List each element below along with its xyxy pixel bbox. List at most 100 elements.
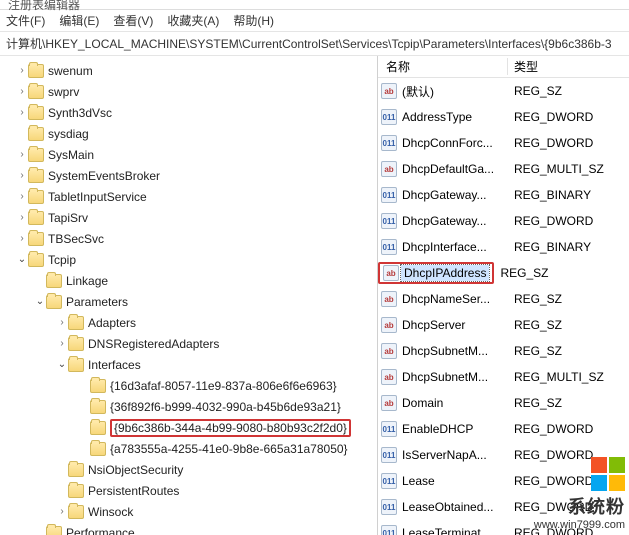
list-row[interactable]: 011DhcpGateway...REG_BINARY: [378, 182, 629, 208]
list-row[interactable]: abDhcpDefaultGa...REG_MULTI_SZ: [378, 156, 629, 182]
chevron-right-icon[interactable]: ›: [16, 170, 28, 181]
tree-item[interactable]: Linkage: [6, 270, 377, 291]
values-panel[interactable]: 名称 类型 ab(默认)REG_SZ011AddressTypeREG_DWOR…: [378, 56, 629, 535]
list-row[interactable]: ab(默认)REG_SZ: [378, 78, 629, 104]
chevron-down-icon[interactable]: ⌄: [56, 359, 68, 370]
tree-item[interactable]: Performance: [6, 522, 377, 535]
tree-panel[interactable]: ›swenum›swprv›Synth3dVscsysdiag›SysMain›…: [0, 56, 378, 535]
folder-icon: [90, 421, 106, 435]
tree-item-label: DNSRegisteredAdapters: [88, 337, 219, 351]
chevron-right-icon[interactable]: ›: [16, 233, 28, 244]
value-type: REG_SZ: [508, 344, 629, 358]
tree-item[interactable]: › DNSRegisteredAdapters: [6, 333, 377, 354]
list-row[interactable]: 011DhcpGateway...REG_DWORD: [378, 208, 629, 234]
menu-view[interactable]: 查看(V): [113, 12, 153, 29]
tree-item[interactable]: › Adapters: [6, 312, 377, 333]
chevron-right-icon[interactable]: ›: [56, 506, 68, 517]
value-icon-wrap: 011: [378, 187, 400, 203]
value-icon-wrap: ab: [378, 369, 400, 385]
tree-item[interactable]: ›SysMain: [6, 144, 377, 165]
tree-item-label: TapiSrv: [48, 211, 88, 225]
value-icon-wrap: ab: [378, 343, 400, 359]
value-type: REG_DWORD: [508, 110, 629, 124]
tree-item[interactable]: {9b6c386b-344a-4b99-9080-b80b93c2f2d0}: [6, 417, 377, 438]
tree-item-label: Synth3dVsc: [48, 106, 112, 120]
tree-item[interactable]: {36f892f6-b999-4032-990a-b45b6de93a21}: [6, 396, 377, 417]
value-icon-wrap: ab: [378, 317, 400, 333]
chevron-right-icon[interactable]: ›: [16, 212, 28, 223]
menu-file[interactable]: 文件(F): [6, 12, 45, 29]
chevron-right-icon[interactable]: ›: [16, 107, 28, 118]
list-row[interactable]: 011DhcpConnForc...REG_DWORD: [378, 130, 629, 156]
tree-item[interactable]: ›swprv: [6, 81, 377, 102]
chevron-down-icon[interactable]: ⌄: [34, 296, 46, 307]
tree-item-label: sysdiag: [48, 127, 89, 141]
chevron-right-icon[interactable]: ›: [16, 191, 28, 202]
address-bar[interactable]: 计算机\HKEY_LOCAL_MACHINE\SYSTEM\CurrentCon…: [0, 32, 629, 56]
value-type: REG_DWORD: [508, 500, 629, 514]
tree-item[interactable]: › TapiSrv: [6, 207, 377, 228]
chevron-right-icon[interactable]: ›: [16, 149, 28, 160]
menu-help[interactable]: 帮助(H): [233, 12, 274, 29]
list-row[interactable]: 011IsServerNapA...REG_DWORD: [378, 442, 629, 468]
folder-icon: [46, 526, 62, 535]
list-row[interactable]: abDhcpServerREG_SZ: [378, 312, 629, 338]
list-row[interactable]: 011DhcpInterface...REG_BINARY: [378, 234, 629, 260]
chevron-right-icon[interactable]: ›: [16, 65, 28, 76]
tree-item[interactable]: {a783555a-4255-41e0-9b8e-665a31a78050}: [6, 438, 377, 459]
value-name: Lease: [400, 474, 508, 488]
tree-item-label: Tcpip: [48, 253, 76, 267]
chevron-right-icon[interactable]: ›: [16, 86, 28, 97]
tree-item-label: {16d3afaf-8057-11e9-837a-806e6f6e6963}: [110, 379, 337, 393]
reg-string-icon: ab: [381, 317, 397, 333]
tree-item[interactable]: NsiObjectSecurity: [6, 459, 377, 480]
value-type: REG_DWORD: [508, 474, 629, 488]
folder-icon: [28, 253, 44, 267]
tree-item[interactable]: ›Winsock: [6, 501, 377, 522]
menu-edit[interactable]: 编辑(E): [59, 12, 99, 29]
tree-item[interactable]: ›SystemEventsBroker: [6, 165, 377, 186]
menu-favorites[interactable]: 收藏夹(A): [167, 12, 219, 29]
tree-item[interactable]: sysdiag: [6, 123, 377, 144]
tree-item[interactable]: › Synth3dVsc: [6, 102, 377, 123]
value-icon-wrap: 011: [378, 239, 400, 255]
value-name: DhcpDefaultGa...: [400, 162, 508, 176]
list-row[interactable]: 011LeaseTerminat...REG_DWORD: [378, 520, 629, 535]
tree-item-label: Parameters: [66, 295, 128, 309]
reg-binary-icon: 011: [381, 213, 397, 229]
list-row[interactable]: 011EnableDHCPREG_DWORD: [378, 416, 629, 442]
column-type[interactable]: 类型: [508, 58, 629, 75]
reg-string-icon: ab: [381, 395, 397, 411]
value-name: DhcpGateway...: [400, 214, 508, 228]
tree-item[interactable]: ›swenum: [6, 60, 377, 81]
list-row[interactable]: abDhcpNameSer...REG_SZ: [378, 286, 629, 312]
list-row[interactable]: abDhcpSubnetM...REG_SZ: [378, 338, 629, 364]
tree-item[interactable]: ›TBSecSvc: [6, 228, 377, 249]
tree-item[interactable]: {16d3afaf-8057-11e9-837a-806e6f6e6963}: [6, 375, 377, 396]
list-row[interactable]: abDhcpIPAddressREG_SZ: [378, 260, 629, 286]
chevron-right-icon[interactable]: ›: [56, 317, 68, 328]
list-row[interactable]: 011LeaseREG_DWORD: [378, 468, 629, 494]
value-icon-wrap: 011: [378, 473, 400, 489]
tree-item[interactable]: ›TabletInputService: [6, 186, 377, 207]
folder-icon: [68, 316, 84, 330]
list-row[interactable]: abDomainREG_SZ: [378, 390, 629, 416]
list-row[interactable]: 011LeaseObtained...REG_DWORD: [378, 494, 629, 520]
tree-item[interactable]: PersistentRoutes: [6, 480, 377, 501]
reg-string-icon: ab: [381, 343, 397, 359]
value-icon-wrap: 011: [378, 447, 400, 463]
tree-item[interactable]: ⌄ Parameters: [6, 291, 377, 312]
value-type: REG_MULTI_SZ: [508, 370, 629, 384]
tree-item-label: Adapters: [88, 316, 136, 330]
reg-string-icon: ab: [381, 83, 397, 99]
tree-item[interactable]: ⌄ Tcpip: [6, 249, 377, 270]
value-name: DhcpNameSer...: [400, 292, 508, 306]
list-row[interactable]: abDhcpSubnetM...REG_MULTI_SZ: [378, 364, 629, 390]
chevron-down-icon[interactable]: ⌄: [16, 254, 28, 265]
list-row[interactable]: 011AddressTypeREG_DWORD: [378, 104, 629, 130]
column-name[interactable]: 名称: [378, 58, 508, 75]
tree-item[interactable]: ⌄Interfaces: [6, 354, 377, 375]
value-name: (默认): [400, 83, 508, 100]
chevron-right-icon[interactable]: ›: [56, 338, 68, 349]
reg-binary-icon: 011: [381, 421, 397, 437]
